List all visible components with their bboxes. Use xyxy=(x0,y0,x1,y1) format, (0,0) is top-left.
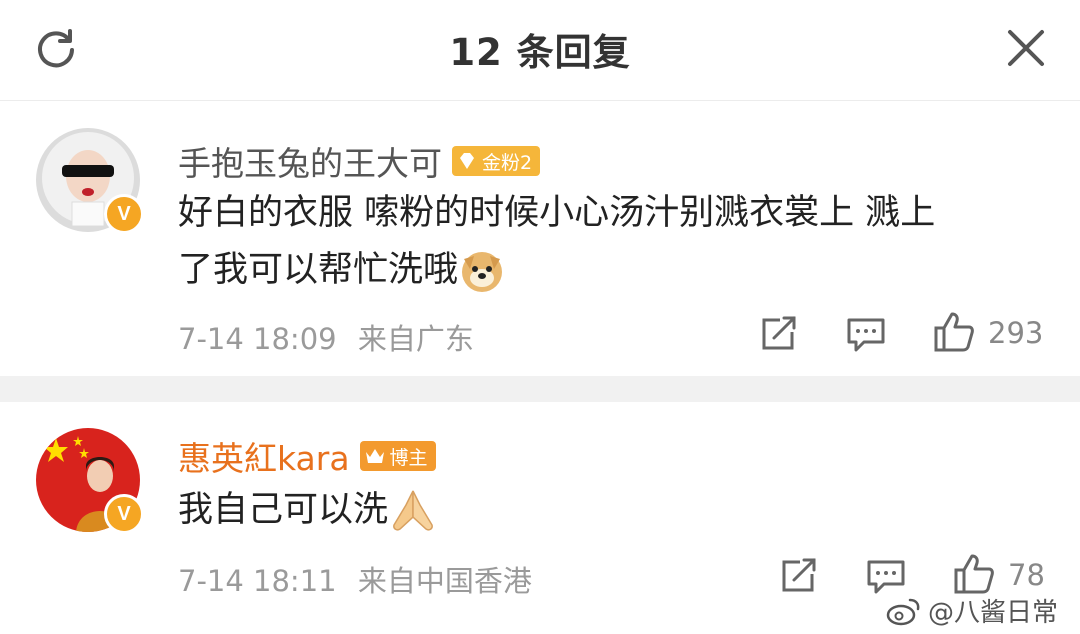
username[interactable]: 手抱玉兔的王大可 xyxy=(178,137,442,185)
replies-header: 12 条回复 xyxy=(0,0,1080,101)
like-thumb-icon[interactable] xyxy=(952,552,996,596)
blogger-badge: 博主 xyxy=(359,441,436,471)
reply-location: 来自广东 xyxy=(357,322,474,356)
crown-icon xyxy=(365,449,384,463)
weibo-logo-icon xyxy=(886,598,920,625)
avatar[interactable]: V xyxy=(36,128,144,234)
avatar[interactable]: V xyxy=(36,428,144,534)
close-icon[interactable] xyxy=(1004,26,1048,70)
like-count: 78 xyxy=(1008,558,1045,592)
watermark-handle: @八酱日常 xyxy=(928,598,1059,628)
reply-location: 来自中国香港 xyxy=(357,564,532,598)
verified-badge-icon: V xyxy=(104,194,144,234)
reply-text: 好白的衣服 嗦粉的时候小心汤汁别溅衣裳上 溅上 了我可以帮忙洗哦 xyxy=(178,185,935,299)
share-icon[interactable] xyxy=(776,554,820,598)
reply-item: V 手抱玉兔的王大可 金粉2 好白的衣服 嗦粉的时候小心汤汁别溅衣裳上 溅上 了… xyxy=(0,101,1080,376)
comment-icon[interactable] xyxy=(844,312,888,356)
pray-hands-emoji xyxy=(393,490,433,531)
reply-text: 我自己可以洗 xyxy=(178,482,438,539)
share-icon[interactable] xyxy=(756,312,800,356)
username[interactable]: 惠英紅kara xyxy=(178,432,350,480)
reply-meta: 7-14 18:11 来自中国香港 xyxy=(178,558,532,600)
like-thumb-icon[interactable] xyxy=(932,310,976,354)
like-count: 293 xyxy=(988,316,1044,350)
verified-badge-icon: V xyxy=(104,494,144,534)
doge-emoji xyxy=(462,251,503,292)
reply-meta: 7-14 18:09 来自广东 xyxy=(178,316,474,358)
separator xyxy=(0,376,1080,402)
name-row: 惠英紅kara 博主 xyxy=(178,432,436,480)
page-title: 12 条回复 xyxy=(449,31,631,74)
diamond-icon xyxy=(460,153,474,169)
reply-time: 7-14 18:11 xyxy=(178,564,337,598)
fan-level-badge: 金粉2 xyxy=(452,146,541,176)
reply-time: 7-14 18:09 xyxy=(178,322,337,356)
watermark: @八酱日常 xyxy=(886,592,1058,629)
name-row: 手抱玉兔的王大可 金粉2 xyxy=(178,137,541,185)
